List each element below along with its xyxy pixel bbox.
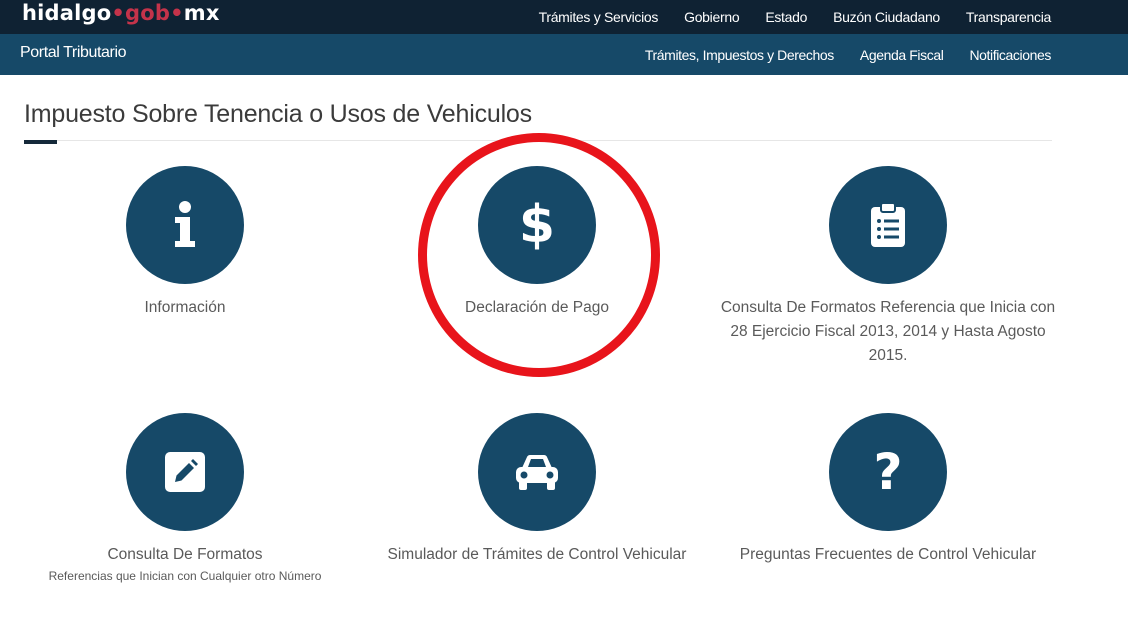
tile-declaracion-de-pago[interactable]: $ Declaración de Pago <box>367 166 707 320</box>
nav-estado[interactable]: Estado <box>765 9 807 25</box>
tile-consulta-de-formatos[interactable]: Consulta De Formatos Referencias que Ini… <box>15 413 355 583</box>
nav-buzon-ciudadano[interactable]: Buzón Ciudadano <box>833 9 940 25</box>
portal-title[interactable]: Portal Tributario <box>20 44 127 62</box>
page-title: Impuesto Sobre Tenencia o Usos de Vehicu… <box>24 100 532 128</box>
title-divider <box>24 140 1052 141</box>
tile-informacion[interactable]: Información <box>15 166 355 320</box>
nav-gobierno[interactable]: Gobierno <box>684 9 740 25</box>
question-icon[interactable]: ? <box>829 413 947 531</box>
edit-icon[interactable] <box>126 413 244 531</box>
dollar-icon[interactable]: $ <box>478 166 596 284</box>
main-nav: Trámites y Servicios Gobierno Estado Buz… <box>539 0 1052 34</box>
clipboard-list-icon[interactable] <box>829 166 947 284</box>
car-icon[interactable] <box>478 413 596 531</box>
nav-tramites-servicios[interactable]: Trámites y Servicios <box>539 9 659 25</box>
tile-label[interactable]: Preguntas Frecuentes de Control Vehicula… <box>718 543 1058 567</box>
portal-bar: Portal Tributario Trámites, Impuestos y … <box>0 34 1128 75</box>
nav-notificaciones[interactable]: Notificaciones <box>969 47 1051 63</box>
title-accent <box>24 140 57 144</box>
portal-nav: Trámites, Impuestos y Derechos Agenda Fi… <box>645 34 1051 75</box>
nav-tramites-impuestos-derechos[interactable]: Trámites, Impuestos y Derechos <box>645 47 834 63</box>
site-logo[interactable]: hidalgo•gob•mx <box>22 1 220 25</box>
nav-agenda-fiscal[interactable]: Agenda Fiscal <box>860 47 944 63</box>
nav-transparencia[interactable]: Transparencia <box>966 9 1051 25</box>
info-icon[interactable] <box>126 166 244 284</box>
tile-preguntas-frecuentes[interactable]: ? Preguntas Frecuentes de Control Vehicu… <box>718 413 1058 567</box>
tile-label[interactable]: Simulador de Trámites de Control Vehicul… <box>367 543 707 567</box>
tile-sublabel[interactable]: Referencias que Inician con Cualquier ot… <box>15 569 355 583</box>
tile-consulta-formatos-referencia-28[interactable]: Consulta De Formatos Referencia que Inic… <box>718 166 1058 368</box>
tile-simulador-control-vehicular[interactable]: Simulador de Trámites de Control Vehicul… <box>367 413 707 567</box>
tile-label[interactable]: Consulta De Formatos Referencia que Inic… <box>718 296 1058 368</box>
top-bar: hidalgo•gob•mx Trámites y Servicios Gobi… <box>0 0 1128 34</box>
tile-label[interactable]: Declaración de Pago <box>367 296 707 320</box>
tile-label[interactable]: Información <box>15 296 355 320</box>
tile-label[interactable]: Consulta De Formatos <box>15 543 355 567</box>
